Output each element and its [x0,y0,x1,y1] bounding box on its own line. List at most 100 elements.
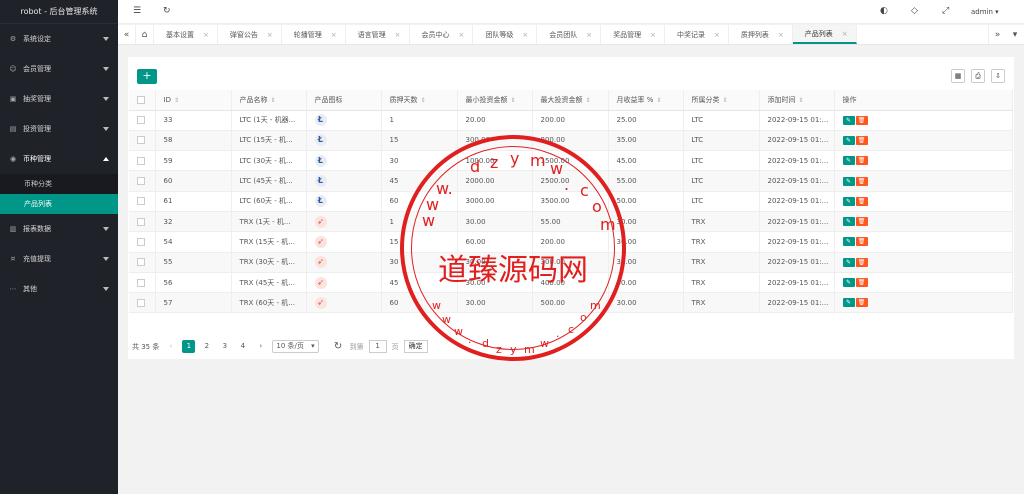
tab-member-team[interactable]: 会员团队 × [537,25,602,44]
refresh-page-icon[interactable]: ↻ [332,340,345,353]
col-rate[interactable]: 月收益率 % ⇕ [608,90,684,111]
sidebar-subitem-product-list[interactable]: 产品列表 [0,194,118,214]
delete-icon[interactable]: 🗑 [855,257,868,267]
delete-icon[interactable]: 🗑 [855,217,868,227]
row-checkbox-cell[interactable] [129,272,156,294]
sidebar-item-lottery[interactable]: ▣ 抽奖管理 [0,84,118,114]
tab-product-list[interactable]: 产品列表 × [792,25,857,44]
col-days[interactable]: 质押天数 ⇕ [381,90,458,111]
checkbox[interactable] [137,237,145,246]
tab-popup-notice[interactable]: 弹窗公告 × [218,25,282,44]
edit-icon[interactable]: ✎ [842,237,855,247]
col-category[interactable]: 所属分类 ⇕ [683,90,760,111]
delete-icon[interactable]: 🗑 [855,196,868,206]
tab-win-record[interactable]: 中奖记录 × [665,25,729,44]
row-checkbox-cell[interactable] [129,191,156,212]
delete-icon[interactable]: 🗑 [855,298,868,308]
prev-page-icon[interactable]: ‹ [164,340,177,353]
goto-confirm-button[interactable]: 确定 [403,340,428,353]
row-checkbox-cell[interactable] [129,231,156,253]
per-page-select[interactable]: 10 条/页 ▾ [272,340,319,353]
print-icon[interactable]: ⎙ [971,69,985,83]
row-checkbox-cell[interactable] [129,150,156,172]
fullscreen-icon[interactable]: ⤢ [942,6,949,16]
edit-icon[interactable]: ✎ [842,196,855,206]
close-icon[interactable]: × [459,31,465,39]
edit-icon[interactable]: ✎ [842,217,855,227]
tab-member-center[interactable]: 会员中心 × [410,25,474,44]
sort-icon[interactable]: ⇕ [174,97,179,104]
close-icon[interactable]: × [650,31,656,39]
sort-icon[interactable]: ⇕ [799,97,804,104]
checkbox[interactable] [137,258,145,267]
close-icon[interactable]: × [522,31,528,39]
theme-icon[interactable]: ◐ [880,6,888,16]
close-icon[interactable]: × [395,31,401,39]
tab-scroll-left-icon[interactable]: « [118,25,136,44]
home-icon[interactable]: ⌂ [136,25,154,44]
menu-toggle-icon[interactable]: ☰ [133,6,141,16]
checkbox[interactable] [137,177,145,186]
add-button[interactable]: + [137,69,157,84]
close-icon[interactable]: × [586,31,592,39]
close-icon[interactable]: × [203,31,209,39]
columns-icon[interactable]: ▦ [951,69,965,83]
col-name[interactable]: 产品名称 ⇕ [231,90,307,111]
checkbox[interactable] [137,217,145,226]
sidebar-subitem-currency-category[interactable]: 币种分类 [0,174,118,194]
checkbox[interactable] [137,156,145,165]
sort-icon[interactable]: ⇕ [656,97,661,104]
tab-pledge-list[interactable]: 质押列表 × [729,25,793,44]
sidebar-item-system[interactable]: ⚙ 系统设定 [0,24,118,54]
delete-icon[interactable]: 🗑 [855,115,868,125]
delete-icon[interactable]: 🗑 [855,237,868,247]
checkbox[interactable] [137,116,145,125]
tab-basic-settings[interactable]: 基本设置 × [154,25,218,44]
sort-icon[interactable]: ⇕ [723,97,728,104]
refresh-icon[interactable]: ↻ [163,6,171,16]
edit-icon[interactable]: ✎ [842,156,855,166]
sort-icon[interactable]: ⇕ [586,97,591,104]
edit-icon[interactable]: ✎ [842,257,855,267]
delete-icon[interactable]: 🗑 [855,176,868,186]
tab-prize[interactable]: 奖品管理 × [601,25,665,44]
close-icon[interactable]: × [842,30,848,38]
close-icon[interactable]: × [714,31,720,39]
page-4[interactable]: 4 [236,340,249,353]
sidebar-item-reports[interactable]: ▥ 报表数据 [0,214,118,244]
delete-icon[interactable]: 🗑 [855,135,868,145]
row-checkbox-cell[interactable] [129,110,156,131]
page-2[interactable]: 2 [200,340,213,353]
row-checkbox-cell[interactable] [129,292,156,314]
sidebar-item-members[interactable]: ☺ 会员管理 [0,54,118,84]
select-all-checkbox[interactable] [129,90,156,111]
edit-icon[interactable]: ✎ [842,115,855,125]
close-icon[interactable]: × [331,31,337,39]
sidebar-item-other[interactable]: ⋯ 其他 [0,274,118,304]
row-checkbox-cell[interactable] [129,170,156,192]
chevron-down-icon[interactable]: ▾ [1006,25,1024,44]
edit-icon[interactable]: ✎ [842,176,855,186]
tab-language[interactable]: 语言管理 × [346,25,410,44]
checkbox[interactable] [137,278,145,287]
close-icon[interactable]: × [267,31,273,39]
page-3[interactable]: 3 [218,340,231,353]
tag-icon[interactable]: ◇ [911,6,918,16]
delete-icon[interactable]: 🗑 [855,278,868,288]
edit-icon[interactable]: ✎ [842,298,855,308]
checkbox[interactable] [137,197,145,206]
next-page-icon[interactable]: › [254,340,267,353]
sort-icon[interactable]: ⇕ [511,97,516,104]
col-max[interactable]: 最大投资金额 ⇕ [532,90,609,111]
col-time[interactable]: 添加时间 ⇕ [759,90,835,111]
sidebar-item-deposit[interactable]: ¤ 充值提现 [0,244,118,274]
checkbox[interactable] [137,95,145,104]
checkbox[interactable] [137,298,145,307]
close-icon[interactable]: × [778,31,784,39]
col-id[interactable]: ID ⇕ [155,90,232,111]
page-1[interactable]: 1 [182,340,196,353]
sidebar-item-invest[interactable]: ▤ 投资管理 [0,114,118,144]
delete-icon[interactable]: 🗑 [855,156,868,166]
checkbox[interactable] [137,136,145,145]
sort-icon[interactable]: ⇕ [421,97,426,104]
